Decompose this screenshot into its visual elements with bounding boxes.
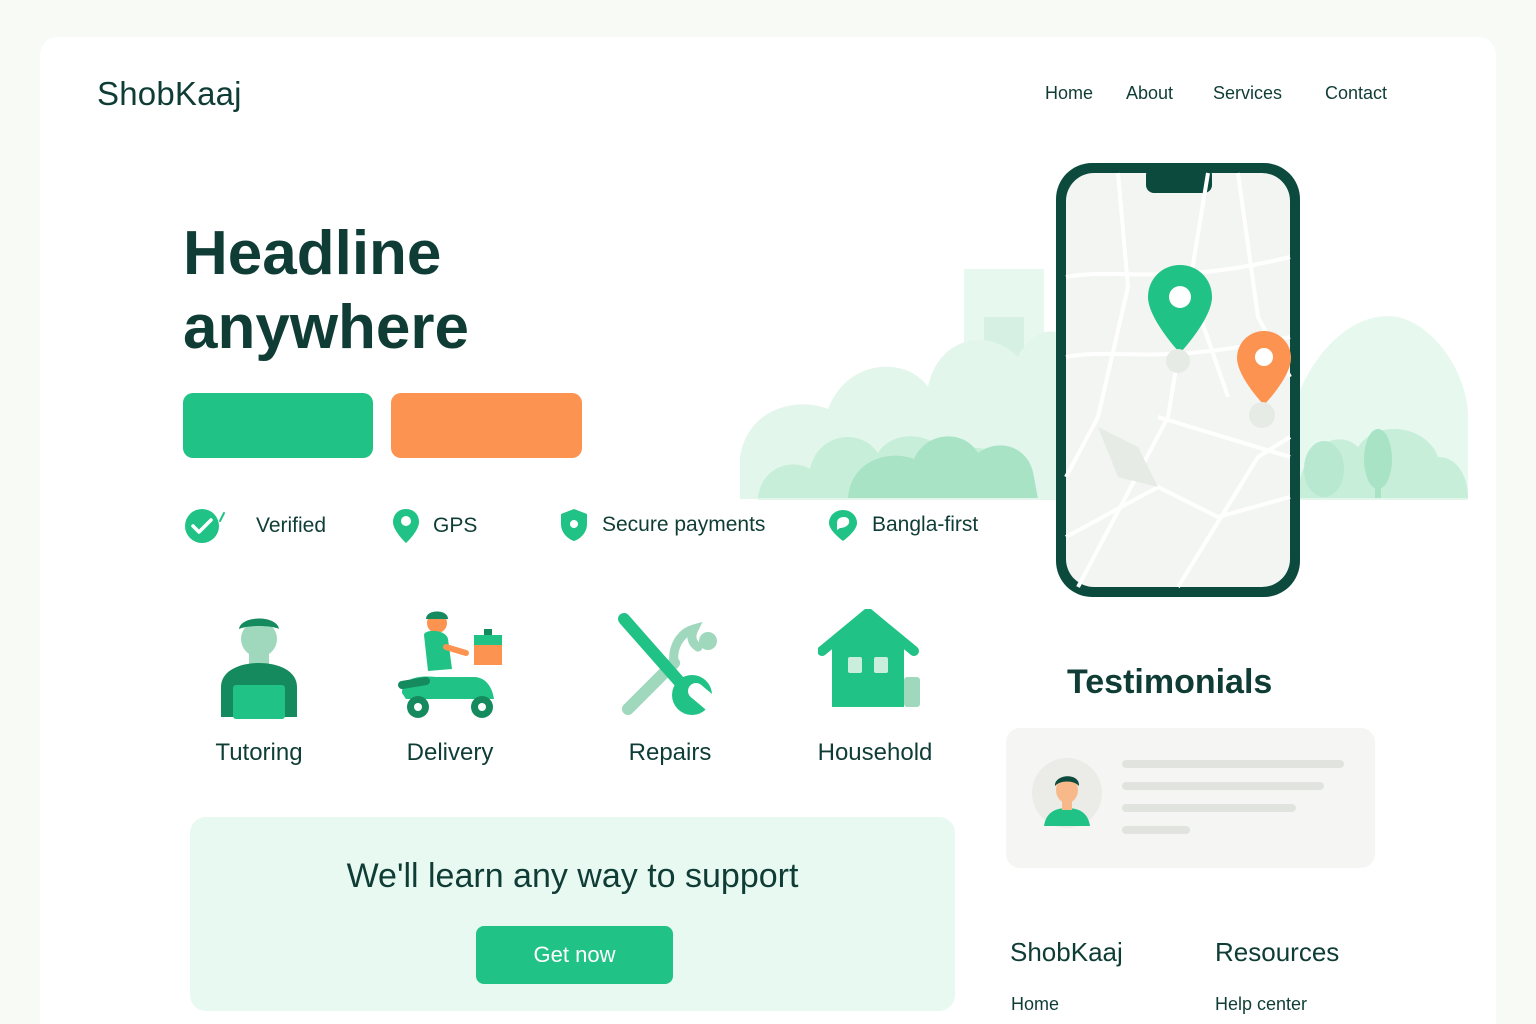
feature-gps: GPS: [391, 507, 477, 545]
wrench-screwdriver-icon: [618, 613, 717, 715]
map-pin-icon: [393, 509, 419, 543]
page-card: ShobKaaj Home About Services Contact Hea…: [40, 37, 1496, 1024]
feature-secure-payments: Secure payments: [558, 507, 765, 543]
nav-home[interactable]: Home: [1045, 83, 1093, 104]
testimonial-text-placeholder: [1122, 782, 1324, 790]
testimonial-text-placeholder: [1122, 804, 1296, 812]
shield-icon: [561, 509, 587, 541]
feature-label: GPS: [433, 514, 478, 537]
footer-brand-heading: ShobKaaj: [1010, 937, 1123, 967]
check-circle-icon: [185, 509, 225, 543]
testimonial-card[interactable]: [1006, 728, 1375, 868]
support-cta-section: We'll learn any way to support Get now: [190, 817, 955, 1011]
feature-verified: Verified: [184, 507, 326, 545]
hero-headline-line2: anywhere: [183, 293, 470, 362]
nav-about[interactable]: About: [1126, 83, 1173, 104]
service-label: Repairs: [628, 739, 712, 766]
hero-headline-line1: Headline: [183, 219, 442, 288]
service-label: Delivery: [406, 739, 494, 766]
primary-cta-button[interactable]: [183, 393, 373, 458]
footer-resources-heading: Resources: [1215, 937, 1340, 967]
delivery-scooter-icon: [398, 611, 502, 718]
footer-link-help-center[interactable]: Help center: [1215, 994, 1307, 1015]
testimonial-text-placeholder: [1122, 760, 1344, 768]
hero-illustration: [740, 163, 1468, 597]
nav-contact[interactable]: Contact: [1325, 83, 1387, 104]
house-icon: [818, 609, 920, 707]
nav-services[interactable]: Services: [1213, 83, 1282, 104]
hero-headline: Headline anywhere: [183, 217, 603, 365]
feature-label: Verified: [256, 514, 327, 537]
testimonial-text-placeholder: [1122, 826, 1190, 834]
testimonials-title: Testimonials: [1067, 663, 1273, 701]
secondary-cta-button[interactable]: [391, 393, 582, 458]
avatar: [1032, 758, 1102, 828]
tutor-icon: [221, 618, 297, 719]
footer-link-home[interactable]: Home: [1011, 994, 1059, 1015]
cta-title: We'll learn any way to support: [346, 857, 799, 895]
get-now-button[interactable]: Get now: [476, 926, 673, 984]
service-label: Tutoring: [215, 739, 303, 766]
service-label: Household: [817, 739, 933, 766]
brand-logo[interactable]: ShobKaaj: [97, 75, 242, 113]
